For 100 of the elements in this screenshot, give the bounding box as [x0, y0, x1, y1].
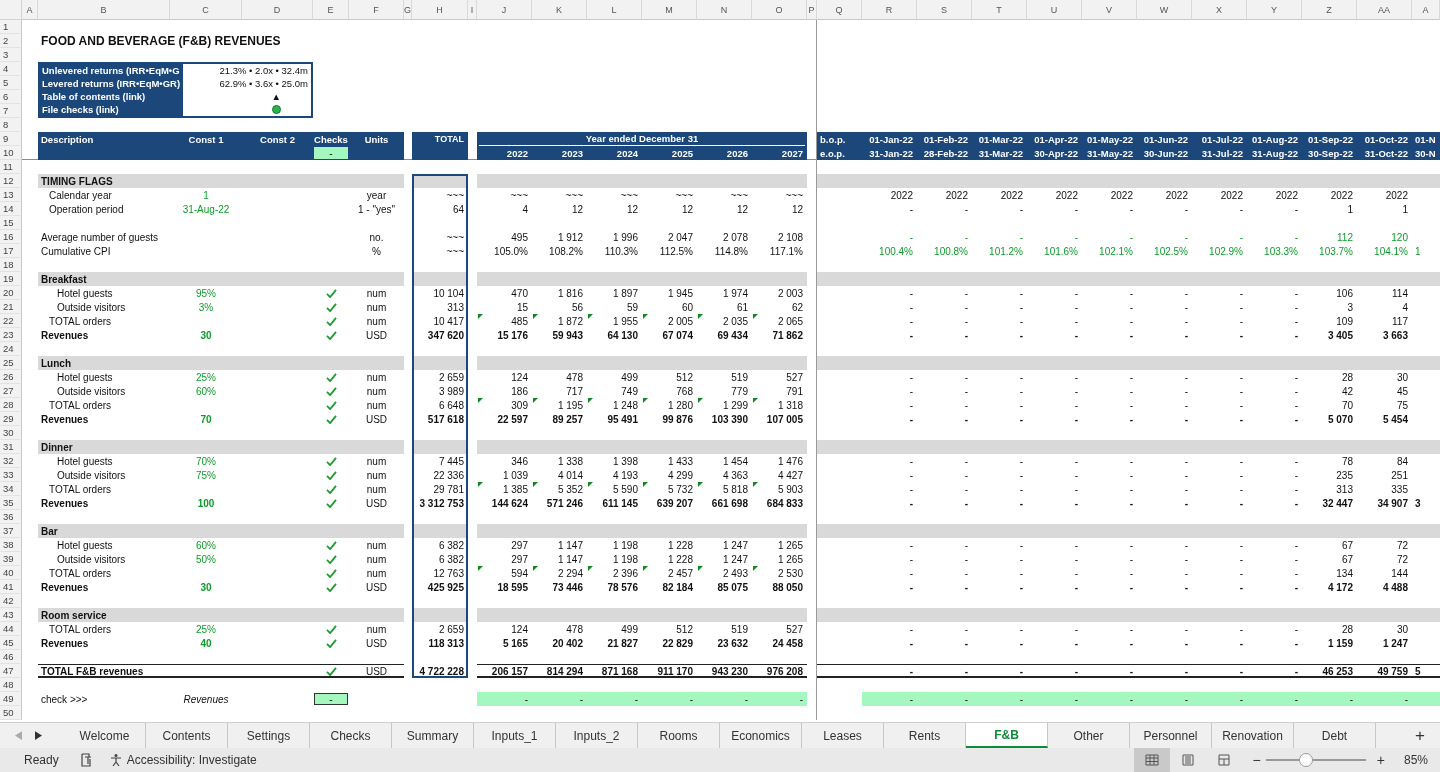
link[interactable]: Table of contents (link)	[42, 91, 146, 102]
row-header[interactable]: 5	[0, 76, 22, 90]
row-header[interactable]: 8	[0, 118, 22, 132]
table-cell: 1 945	[667, 287, 693, 299]
row-header[interactable]: 47	[0, 664, 22, 678]
accessibility-button[interactable]: Accessibility: Investigate	[102, 752, 263, 768]
column-header[interactable]: D	[242, 0, 313, 20]
row-header[interactable]: 36	[0, 510, 22, 524]
row-header[interactable]: 43	[0, 608, 22, 622]
row-header[interactable]: 11	[0, 160, 22, 174]
row-label: Revenues	[183, 693, 229, 705]
row-header[interactable]: 37	[0, 524, 22, 538]
row-header[interactable]: 25	[0, 356, 22, 370]
row-header[interactable]: 20	[0, 286, 22, 300]
row-header[interactable]: 29	[0, 412, 22, 426]
zoom-slider[interactable]	[1265, 753, 1366, 767]
column-header[interactable]: P	[807, 0, 817, 20]
row-header[interactable]: 6	[0, 90, 22, 104]
table-cell: -	[909, 693, 913, 705]
column-header[interactable]: Y	[1247, 0, 1302, 20]
column-header[interactable]: B	[38, 0, 170, 20]
row-header[interactable]: 24	[0, 342, 22, 356]
row-header[interactable]: 10	[0, 146, 22, 160]
column-header[interactable]: F	[349, 0, 404, 20]
add-sheet-button[interactable]: +	[1400, 723, 1440, 748]
column-header[interactable]: O	[752, 0, 807, 20]
column-header[interactable]: R	[862, 0, 917, 20]
column-header[interactable]: M	[642, 0, 697, 20]
row-header[interactable]: 35	[0, 496, 22, 510]
column-header[interactable]: H	[412, 0, 468, 20]
row-header[interactable]: 1	[0, 20, 22, 34]
column-header[interactable]: W	[1137, 0, 1192, 20]
column-header[interactable]: K	[532, 0, 587, 20]
row-header[interactable]: 45	[0, 636, 22, 650]
zoom-out-button[interactable]: −	[1247, 752, 1266, 768]
row-header[interactable]: 22	[0, 314, 22, 328]
status-dot-icon[interactable]	[272, 105, 281, 114]
column-header[interactable]: V	[1082, 0, 1137, 20]
summary-value[interactable]: ▲	[183, 90, 311, 103]
column-header[interactable]: I	[468, 0, 477, 20]
column-header[interactable]: U	[1027, 0, 1082, 20]
row-header[interactable]: 27	[0, 384, 22, 398]
row-header[interactable]: 21	[0, 300, 22, 314]
link[interactable]: File checks (link)	[42, 104, 119, 115]
row-header[interactable]: 4	[0, 62, 22, 76]
column-header[interactable]: C	[170, 0, 242, 20]
column-header[interactable]: A	[1412, 0, 1440, 20]
table-cell: -	[1074, 483, 1078, 495]
row-header[interactable]: 3	[0, 48, 22, 62]
column-header[interactable]: S	[917, 0, 972, 20]
table-cell: -	[964, 553, 968, 565]
row-header[interactable]: 16	[0, 230, 22, 244]
row-header[interactable]: 39	[0, 552, 22, 566]
table-cell: 42	[1341, 385, 1353, 397]
row-header[interactable]: 40	[0, 566, 22, 580]
row-header[interactable]: 23	[0, 328, 22, 342]
input-value: 3%	[198, 301, 214, 313]
row-header[interactable]: 31	[0, 440, 22, 454]
row-header[interactable]: 19	[0, 272, 22, 286]
row-header[interactable]: 48	[0, 678, 22, 692]
table-cell: 15 176	[497, 329, 528, 341]
column-header[interactable]: L	[587, 0, 642, 20]
row-header[interactable]: 12	[0, 174, 22, 188]
normal-view-icon[interactable]	[1133, 748, 1170, 772]
row-header[interactable]: 28	[0, 398, 22, 412]
column-header[interactable]: X	[1192, 0, 1247, 20]
row-header[interactable]: 2	[0, 34, 22, 48]
column-header[interactable]: Q	[817, 0, 862, 20]
column-header[interactable]: Z	[1302, 0, 1357, 20]
row-header[interactable]: 32	[0, 454, 22, 468]
row-header[interactable]: 7	[0, 104, 22, 118]
column-header[interactable]: AA	[1357, 0, 1412, 20]
row-header[interactable]: 13	[0, 188, 22, 202]
row-header[interactable]: 34	[0, 482, 22, 496]
row-header[interactable]: 14	[0, 202, 22, 216]
sheet-tab[interactable]: F&B	[966, 723, 1048, 748]
zoom-in-button[interactable]: +	[1371, 752, 1390, 768]
row-header[interactable]: 9	[0, 132, 22, 146]
sheet-title: FOOD AND BEVERAGE (F&B) REVENUES	[41, 34, 281, 48]
column-header[interactable]: N	[697, 0, 752, 20]
row-header[interactable]: 41	[0, 580, 22, 594]
column-header[interactable]: J	[477, 0, 532, 20]
row-header[interactable]: 49	[0, 692, 22, 706]
row-header[interactable]: 42	[0, 594, 22, 608]
row-header[interactable]: 38	[0, 538, 22, 552]
row-header[interactable]: 50	[0, 706, 22, 720]
row-header[interactable]: 44	[0, 622, 22, 636]
column-header[interactable]: T	[972, 0, 1027, 20]
row-header[interactable]: 30	[0, 426, 22, 440]
document-icon[interactable]	[78, 753, 93, 767]
table-cell: -	[1184, 637, 1188, 649]
row-header[interactable]: 18	[0, 258, 22, 272]
row-header[interactable]: 33	[0, 468, 22, 482]
column-header[interactable]: E	[313, 0, 349, 20]
row-header[interactable]: 26	[0, 370, 22, 384]
row-header[interactable]: 17	[0, 244, 22, 258]
unit-label: USD	[365, 497, 388, 509]
column-header[interactable]: A	[22, 0, 38, 20]
row-header[interactable]: 15	[0, 216, 22, 230]
row-header[interactable]: 46	[0, 650, 22, 664]
